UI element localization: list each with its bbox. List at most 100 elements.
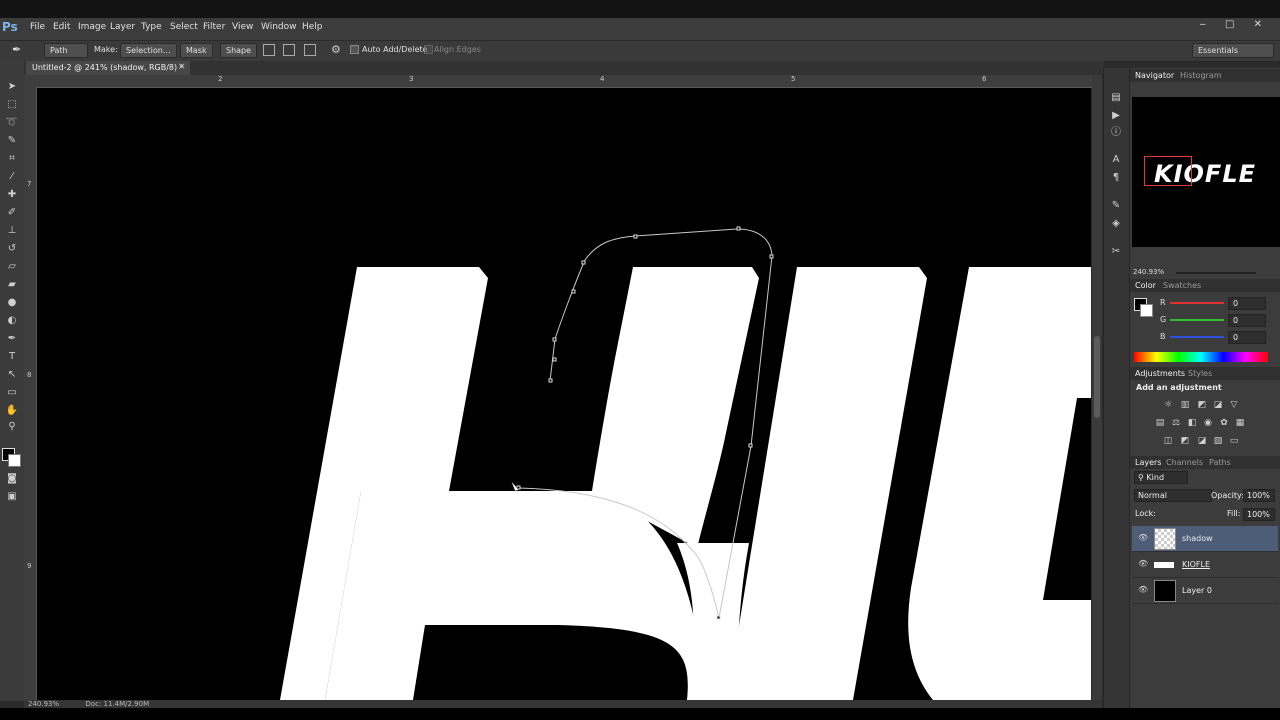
align-edges-checkbox[interactable]	[424, 45, 433, 54]
type-icon[interactable]: T	[5, 350, 19, 364]
eye-icon[interactable]: 👁	[1138, 585, 1148, 594]
quick-select-icon[interactable]: ✎	[5, 134, 19, 148]
crop-icon[interactable]: ⌗	[5, 152, 19, 166]
layer-row-kiofle[interactable]: 👁 KIOFLE	[1132, 552, 1278, 578]
menu-filter[interactable]: Filter	[203, 22, 225, 32]
dodge-icon[interactable]: ◐	[5, 314, 19, 328]
brush-icon[interactable]: ✐	[5, 206, 19, 220]
menu-type[interactable]: Type	[141, 22, 162, 32]
window-controls[interactable]: ‒ □ ✕	[1199, 19, 1270, 30]
levels-icon[interactable]: ▥	[1180, 400, 1190, 410]
menu-window[interactable]: Window	[261, 22, 297, 32]
ruler-vertical[interactable]	[24, 87, 37, 700]
path-alignment-icon[interactable]	[283, 44, 295, 56]
eraser-icon[interactable]: ▱	[5, 260, 19, 274]
balance-icon[interactable]: ⚖	[1171, 418, 1181, 428]
tab-color[interactable]: Color	[1135, 279, 1156, 292]
tab-swatches[interactable]: Swatches	[1163, 279, 1201, 292]
menu-select[interactable]: Select	[170, 22, 198, 32]
menu-view[interactable]: View	[232, 22, 253, 32]
menu-layer[interactable]: Layer	[110, 22, 135, 32]
posterize-icon[interactable]: ◩	[1180, 436, 1190, 446]
invert-icon[interactable]: ◫	[1163, 436, 1173, 446]
move-icon[interactable]: ➤	[5, 80, 19, 94]
brush-presets-icon[interactable]: ✎	[1110, 200, 1122, 212]
tab-adjustments[interactable]: Adjustments	[1135, 367, 1185, 380]
channel-b-value[interactable]: 0	[1228, 331, 1266, 344]
color-spectrum[interactable]	[1134, 352, 1268, 362]
brightness-icon[interactable]: ☼	[1163, 400, 1173, 410]
channel-b-slider[interactable]	[1170, 336, 1224, 338]
hand-icon[interactable]: ✋	[5, 404, 19, 418]
vibrance-icon[interactable]: ▽	[1229, 400, 1239, 410]
navigator-zoom-slider[interactable]	[1176, 272, 1256, 274]
tab-paths[interactable]: Paths	[1209, 456, 1231, 469]
character-panel-icon[interactable]: A	[1110, 154, 1122, 166]
healing-icon[interactable]: ✚	[5, 188, 19, 202]
path-operations-icon[interactable]	[263, 44, 275, 56]
ruler-horizontal[interactable]	[24, 75, 1092, 88]
tab-histogram[interactable]: Histogram	[1180, 69, 1222, 82]
zoom-icon[interactable]: ⚲	[5, 420, 19, 434]
channel-r-slider[interactable]	[1170, 302, 1224, 304]
history-brush-icon[interactable]: ↺	[5, 242, 19, 256]
rectangle-icon[interactable]: ▭	[5, 386, 19, 400]
workspace-select[interactable]: Essentials	[1192, 43, 1274, 58]
screen-mode-icon[interactable]: ▣	[5, 490, 19, 504]
tool-presets-icon[interactable]: ✂	[1110, 246, 1122, 258]
hue-icon[interactable]: ▤	[1155, 418, 1165, 428]
document-tab[interactable]: Untitled-2 @ 241% (shadow, RGB/8) *	[26, 61, 190, 75]
stamp-icon[interactable]: ⊥	[5, 224, 19, 238]
navigator-view-box[interactable]	[1144, 156, 1192, 186]
tab-channels[interactable]: Channels	[1166, 456, 1203, 469]
gradient-map-icon[interactable]: ▭	[1229, 436, 1239, 446]
exposure-icon[interactable]: ◪	[1213, 400, 1223, 410]
mask-button[interactable]: Mask	[180, 43, 213, 58]
color-bg-swatch[interactable]	[1140, 304, 1153, 317]
selective-color-icon[interactable]: ▧	[1213, 436, 1223, 446]
layer-row-layer0[interactable]: 👁 Layer 0	[1132, 578, 1278, 604]
menu-edit[interactable]: Edit	[53, 22, 70, 32]
threshold-icon[interactable]: ◪	[1197, 436, 1207, 446]
close-tab-icon[interactable]: ×	[178, 62, 186, 72]
channel-g-value[interactable]: 0	[1228, 314, 1266, 327]
tab-layers[interactable]: Layers	[1135, 456, 1161, 469]
eye-icon[interactable]: 👁	[1138, 559, 1148, 568]
tab-styles[interactable]: Styles	[1188, 367, 1212, 380]
shape-button[interactable]: Shape	[220, 43, 258, 58]
quick-mask-icon[interactable]: ◙	[5, 472, 19, 486]
clone-source-icon[interactable]: ◈	[1110, 218, 1122, 230]
navigator-zoom[interactable]: 240.93%	[1133, 268, 1164, 276]
eyedropper-icon[interactable]: ⁄	[5, 170, 19, 184]
mode-select[interactable]: Path	[44, 43, 88, 58]
document-canvas[interactable]	[37, 88, 1091, 700]
photo-filter-icon[interactable]: ◉	[1203, 418, 1213, 428]
auto-add-delete-checkbox[interactable]	[350, 45, 359, 54]
channel-r-value[interactable]: 0	[1228, 297, 1266, 310]
lookup-icon[interactable]: ▦	[1235, 418, 1245, 428]
bw-icon[interactable]: ◧	[1187, 418, 1197, 428]
blur-icon[interactable]: ●	[5, 296, 19, 310]
marquee-icon[interactable]: ⬚	[5, 98, 19, 112]
blend-mode-select[interactable]: Normal	[1134, 489, 1212, 502]
tab-navigator[interactable]: Navigator	[1135, 69, 1174, 82]
layer-row-shadow[interactable]: 👁 shadow	[1132, 526, 1278, 552]
paragraph-panel-icon[interactable]: ¶	[1110, 172, 1122, 184]
vertical-scroll-thumb[interactable]	[1094, 336, 1100, 418]
menu-help[interactable]: Help	[302, 22, 323, 32]
eye-icon[interactable]: 👁	[1138, 533, 1148, 542]
opacity-field[interactable]: 100%	[1243, 489, 1275, 502]
menu-file[interactable]: File	[30, 22, 45, 32]
background-color-swatch[interactable]	[8, 454, 21, 467]
channel-g-slider[interactable]	[1170, 319, 1224, 321]
history-panel-icon[interactable]: ▤	[1110, 92, 1122, 104]
curves-icon[interactable]: ◩	[1197, 400, 1207, 410]
gear-icon[interactable]: ⚙	[331, 43, 341, 56]
lasso-icon[interactable]: ➰	[5, 116, 19, 130]
info-panel-icon[interactable]: ⓘ	[1110, 127, 1122, 139]
layer-kind-filter[interactable]: ⚲ Kind	[1134, 471, 1188, 484]
gradient-icon[interactable]: ▰	[5, 278, 19, 292]
mixer-icon[interactable]: ✿	[1219, 418, 1229, 428]
actions-panel-icon[interactable]: ▶	[1110, 110, 1122, 122]
pen-icon[interactable]: ✒	[5, 332, 19, 346]
